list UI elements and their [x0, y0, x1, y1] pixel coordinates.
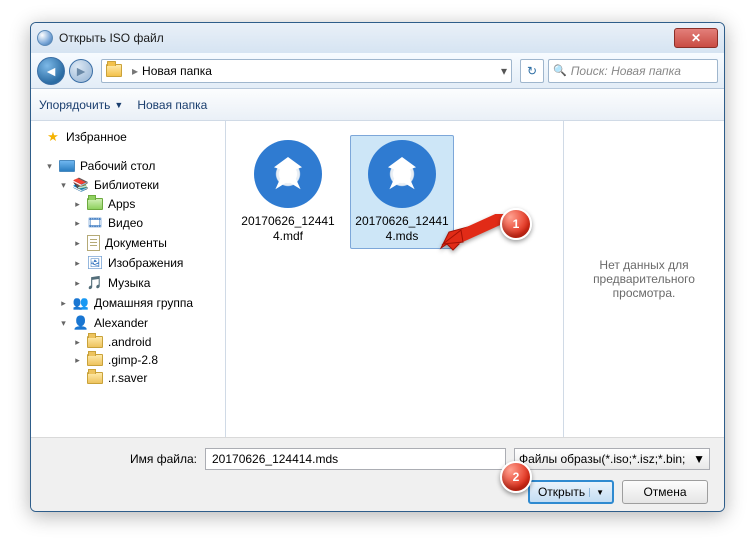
- annotation-callout-1: 1: [500, 208, 532, 240]
- filename-input[interactable]: [205, 448, 506, 470]
- annotation-arrow: [439, 214, 509, 257]
- tree-images[interactable]: ▸🖼Изображения: [35, 253, 221, 273]
- collapse-icon[interactable]: ▾: [59, 318, 68, 329]
- open-file-dialog: Открыть ISO файл ✕ ◄ ► ▸ Новая папка ▾ ↻…: [30, 22, 725, 512]
- tree-folder[interactable]: .r.saver: [35, 369, 221, 387]
- tree-user[interactable]: ▾👤Alexander: [35, 313, 221, 333]
- tree-folder[interactable]: ▸.gimp-2.8: [35, 351, 221, 369]
- folder-icon: [106, 64, 122, 77]
- file-name: 20170626_124414.mds: [355, 214, 449, 244]
- file-list[interactable]: 20170626_124414.mdf 20170626_124414.mds: [226, 121, 564, 437]
- tree-video[interactable]: ▸🎞Видео: [35, 213, 221, 233]
- titlebar: Открыть ISO файл ✕: [31, 23, 724, 53]
- window-title: Открыть ISO файл: [59, 31, 674, 45]
- music-icon: 🎵: [87, 275, 103, 291]
- close-button[interactable]: ✕: [674, 28, 718, 48]
- tree-folder[interactable]: ▸.android: [35, 333, 221, 351]
- search-placeholder: Поиск: Новая папка: [571, 64, 681, 78]
- breadcrumb-dropdown[interactable]: ▾: [501, 64, 507, 78]
- file-name: 20170626_124414.mdf: [241, 214, 335, 244]
- tree-desktop[interactable]: ▾Рабочий стол: [35, 157, 221, 175]
- nav-bar: ◄ ► ▸ Новая папка ▾ ↻ Поиск: Новая папка: [31, 53, 724, 89]
- folder-icon: [87, 354, 103, 366]
- file-item[interactable]: 20170626_124414.mdf: [236, 135, 340, 249]
- main-area: ★Избранное ▾Рабочий стол ▾📚Библиотеки ▸A…: [31, 121, 724, 437]
- folder-icon: [87, 336, 103, 348]
- library-icon: 📚: [73, 177, 89, 193]
- folder-icon: [87, 198, 103, 210]
- forward-button[interactable]: ►: [69, 59, 93, 83]
- expand-icon[interactable]: ▸: [73, 278, 82, 289]
- expand-icon[interactable]: ▸: [73, 199, 82, 210]
- disc-image-icon: [368, 140, 436, 208]
- tree-documents[interactable]: ▸Документы: [35, 233, 221, 253]
- expand-icon[interactable]: ▸: [59, 298, 68, 309]
- breadcrumb[interactable]: ▸ Новая папка ▾: [101, 59, 512, 83]
- expand-icon[interactable]: ▸: [73, 258, 82, 269]
- document-icon: [87, 235, 100, 251]
- refresh-button[interactable]: ↻: [520, 59, 544, 83]
- chevron-down-icon: ▼: [589, 488, 604, 497]
- chevron-down-icon: ▼: [693, 452, 705, 466]
- image-icon: 🖼: [87, 255, 103, 271]
- expand-icon[interactable]: ▸: [73, 218, 82, 229]
- preview-pane: Нет данных для предварительного просмотр…: [564, 121, 724, 437]
- app-icon: [37, 30, 53, 46]
- expand-icon[interactable]: ▸: [73, 238, 82, 249]
- folder-icon: [87, 372, 103, 384]
- cancel-button[interactable]: Отмена: [622, 480, 708, 504]
- new-folder-button[interactable]: Новая папка: [137, 98, 207, 112]
- breadcrumb-sep: ▸: [132, 64, 138, 78]
- tree-homegroup[interactable]: ▸👥Домашняя группа: [35, 293, 221, 313]
- expand-icon[interactable]: ▸: [73, 355, 82, 366]
- toolbar: Упорядочить ▼ Новая папка: [31, 89, 724, 121]
- video-icon: 🎞: [87, 215, 103, 231]
- bottom-panel: Имя файла: Файлы образы(*.iso;*.isz;*.bi…: [31, 437, 724, 512]
- open-button[interactable]: Открыть ▼: [528, 480, 614, 504]
- back-button[interactable]: ◄: [37, 57, 65, 85]
- tree-favorites[interactable]: ★Избранное: [35, 127, 221, 147]
- desktop-icon: [59, 160, 75, 172]
- filename-label: Имя файла:: [45, 452, 205, 466]
- preview-empty-text: Нет данных для предварительного просмотр…: [578, 258, 710, 300]
- collapse-icon[interactable]: ▾: [59, 180, 68, 191]
- expand-icon[interactable]: ▸: [73, 337, 82, 348]
- chevron-down-icon: ▼: [114, 100, 123, 110]
- tree-apps[interactable]: ▸Apps: [35, 195, 221, 213]
- search-input[interactable]: Поиск: Новая папка: [548, 59, 718, 83]
- tree-music[interactable]: ▸🎵Музыка: [35, 273, 221, 293]
- file-type-filter[interactable]: Файлы образы(*.iso;*.isz;*.bin; ▼: [514, 448, 710, 470]
- homegroup-icon: 👥: [73, 295, 89, 311]
- disc-image-icon: [254, 140, 322, 208]
- user-icon: 👤: [73, 315, 89, 331]
- organize-menu[interactable]: Упорядочить ▼: [39, 98, 123, 112]
- star-icon: ★: [45, 129, 61, 145]
- collapse-icon[interactable]: ▾: [45, 161, 54, 172]
- annotation-callout-2: 2: [500, 461, 532, 493]
- nav-tree[interactable]: ★Избранное ▾Рабочий стол ▾📚Библиотеки ▸A…: [31, 121, 226, 437]
- breadcrumb-current: Новая папка: [142, 64, 212, 78]
- tree-libraries[interactable]: ▾📚Библиотеки: [35, 175, 221, 195]
